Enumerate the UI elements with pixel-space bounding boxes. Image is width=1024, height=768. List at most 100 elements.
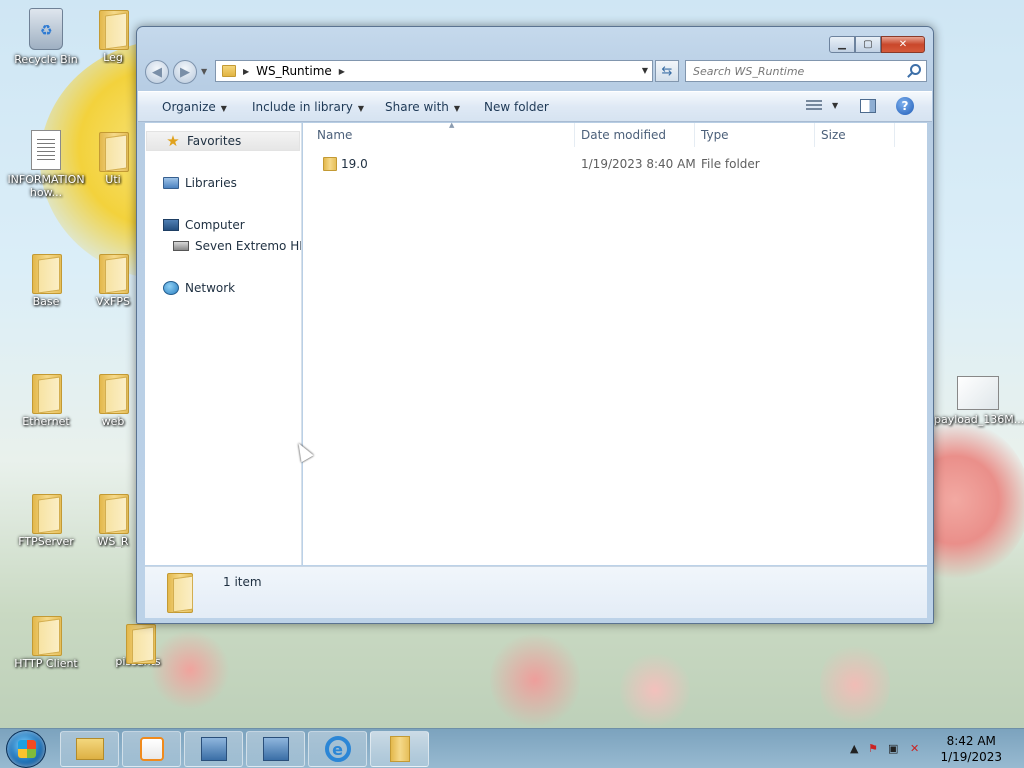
folder-icon — [165, 571, 197, 613]
breadcrumb-arrow-icon[interactable]: ▶ — [243, 67, 249, 76]
desktop-icon-folder[interactable]: web — [88, 372, 138, 428]
include-in-library-menu[interactable]: Include in library ▼ — [252, 100, 364, 114]
address-history-dropdown[interactable]: ▼ — [642, 66, 648, 75]
file-row[interactable]: 19.0 1/19/2023 8:40 AM File folder — [303, 154, 927, 174]
desktop-icon-folder[interactable]: Uti — [88, 130, 138, 186]
help-icon[interactable]: ? — [896, 97, 914, 115]
taskbar-network-app[interactable] — [246, 731, 305, 767]
search-box[interactable] — [685, 60, 927, 82]
column-header-date-modified[interactable]: Date modified — [575, 123, 695, 147]
share-with-menu[interactable]: Share with ▼ — [385, 100, 460, 114]
taskbar-folder-window[interactable] — [370, 731, 429, 767]
file-name[interactable]: 19.0 — [341, 157, 368, 171]
refresh-button[interactable]: ⇆ — [655, 60, 679, 82]
folder-icon — [30, 614, 62, 656]
desktop-icon-label: Base — [32, 295, 60, 308]
text-document-icon — [31, 130, 61, 170]
change-view-icon[interactable] — [806, 100, 822, 112]
computer-icon — [163, 218, 179, 232]
desktop-icon-payload[interactable]: payload_136M... — [934, 376, 1024, 426]
nav-item-drive[interactable]: Seven Extremo HD ( — [155, 236, 301, 256]
search-icon[interactable] — [910, 64, 921, 75]
nav-item-favorites[interactable]: ★ Favorites — [146, 131, 300, 151]
network-status-icon[interactable]: ▣ — [888, 742, 902, 756]
folder-icon — [97, 130, 129, 172]
forward-button[interactable]: ▶ — [173, 60, 197, 84]
desktop-icon-folder[interactable]: WS_R — [88, 492, 138, 548]
command-bar: Organize ▼ Include in library ▼ Share with… — [138, 91, 932, 122]
network-icon — [163, 281, 179, 295]
close-button[interactable]: ✕ — [881, 36, 925, 53]
desktop-icon-ftpserver[interactable]: FTPServer — [4, 492, 88, 548]
folder-icon — [30, 492, 62, 534]
desktop-icon-pissants[interactable]: pissants — [96, 622, 180, 668]
column-header-name[interactable]: Name ▲ — [311, 121, 575, 147]
desktop-icon-http-client[interactable]: HTTP Client — [4, 614, 88, 670]
desktop-icon-folder[interactable]: Leg — [88, 8, 138, 64]
archive-icon — [124, 622, 156, 664]
taskbar-media-player[interactable] — [122, 731, 181, 767]
desktop-icon-label: HTTP Client — [14, 657, 78, 670]
taskbar-internet-explorer[interactable]: e — [308, 731, 367, 767]
folder-icon — [222, 65, 236, 77]
chevron-down-icon: ▼ — [220, 104, 227, 113]
nav-item-network[interactable]: Network — [145, 278, 235, 298]
organize-menu[interactable]: Organize ▼ — [162, 100, 227, 114]
column-header-type[interactable]: Type — [695, 123, 815, 147]
folder-icon — [97, 252, 129, 294]
volume-muted-icon[interactable]: ✕ — [910, 742, 924, 756]
more-options-dropdown[interactable]: ▼ — [832, 101, 838, 110]
clock-date: 1/19/2023 — [940, 750, 1002, 764]
nav-item-computer[interactable]: Computer — [145, 215, 245, 235]
start-button[interactable] — [6, 730, 46, 768]
file-list: Name ▲ Date modified Type Size 19.0 1/19… — [303, 121, 927, 565]
minimize-button[interactable]: ▁ — [829, 36, 855, 53]
folder-icon — [323, 157, 337, 171]
column-label: Date modified — [581, 128, 667, 142]
address-bar[interactable]: ▶ WS_Runtime ▶ ▼ — [215, 60, 653, 82]
desktop-icon-label: Leg — [103, 51, 123, 64]
sort-indicator-icon: ▲ — [449, 121, 455, 129]
file-date-modified: 1/19/2023 8:40 AM — [581, 157, 696, 171]
star-icon: ★ — [166, 132, 180, 150]
image-file-icon — [957, 376, 999, 410]
column-header-size[interactable]: Size — [815, 123, 895, 147]
back-button[interactable]: ◀ — [145, 60, 169, 84]
share-with-label: Share with — [385, 100, 449, 114]
desktop-icon-base[interactable]: Base — [4, 252, 88, 308]
breadcrumb-item[interactable]: WS_Runtime — [256, 64, 332, 78]
clock-time: 8:42 AM — [946, 734, 996, 748]
desktop-icon-ethernet[interactable]: Ethernet — [4, 372, 88, 428]
include-in-library-label: Include in library — [252, 100, 353, 114]
desktop-icon-information[interactable]: INFORMATION how... — [4, 130, 88, 199]
recycle-bin-icon: ♻ — [29, 8, 63, 50]
desktop-icon-label: web — [101, 415, 125, 428]
desktop-icon-label: INFORMATION how... — [7, 173, 85, 199]
system-tray: ▲ ⚑ ▣ ✕ 8:42 AM 1/19/2023 — [844, 729, 1024, 768]
column-label: Type — [701, 128, 729, 142]
nav-item-label: Libraries — [185, 176, 237, 190]
recent-pages-dropdown[interactable]: ▼ — [201, 67, 207, 76]
folder-icon — [30, 252, 62, 294]
clock[interactable]: 8:42 AM 1/19/2023 — [940, 733, 1002, 765]
nav-item-label: Computer — [185, 218, 245, 232]
desktop-icon-label: Recycle Bin — [14, 53, 78, 66]
wallpaper-flower — [820, 640, 890, 730]
chevron-down-icon: ▼ — [453, 104, 461, 113]
search-input[interactable] — [693, 64, 905, 78]
action-center-icon[interactable]: ⚑ — [868, 742, 882, 756]
breadcrumb-arrow-icon[interactable]: ▶ — [339, 67, 345, 76]
show-hidden-icons-icon[interactable]: ▲ — [850, 742, 864, 756]
taskbar-explorer[interactable] — [60, 731, 119, 767]
details-pane: 1 item — [145, 566, 927, 618]
new-folder-button[interactable]: New folder — [484, 100, 549, 114]
desktop-icon-label: Uti — [105, 173, 121, 186]
preview-pane-icon[interactable] — [860, 99, 876, 113]
taskbar-network-app[interactable] — [184, 731, 243, 767]
desktop-icon-folder[interactable]: VxFPS — [88, 252, 138, 308]
network-app-icon — [262, 737, 289, 761]
maximize-button[interactable]: ▢ — [855, 36, 881, 53]
folder-icon — [389, 736, 410, 762]
nav-item-libraries[interactable]: Libraries — [145, 173, 237, 193]
desktop-icon-recycle-bin[interactable]: ♻ Recycle Bin — [4, 8, 88, 66]
